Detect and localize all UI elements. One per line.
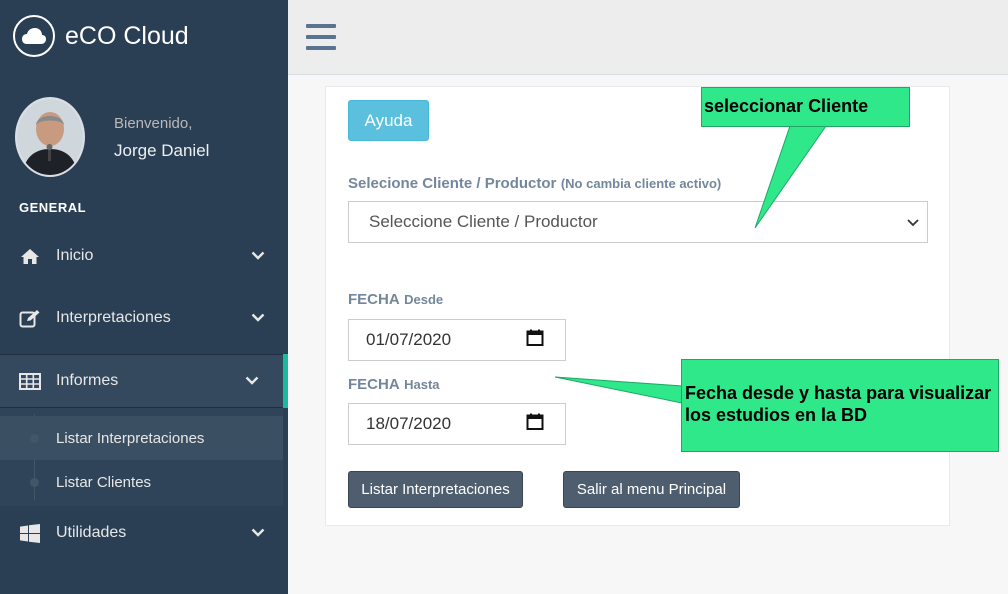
cloud-icon	[13, 15, 55, 57]
help-button[interactable]: Ayuda	[348, 100, 429, 141]
sidebar-item-label: Inicio	[56, 247, 94, 264]
date-to-label-sub: Hasta	[404, 377, 440, 392]
menu-section-title: GENERAL	[19, 200, 87, 215]
date-to-label-text: FECHA	[348, 376, 400, 393]
sidebar: eCO Cloud Bienvenido, Jorge Daniel GENER…	[0, 0, 288, 594]
list-interpretaciones-button[interactable]: Listar Interpretaciones	[348, 471, 523, 508]
sidebar-item-inicio[interactable]: Inicio	[0, 230, 288, 282]
client-label-note: (No cambia cliente activo)	[560, 176, 722, 191]
chevron-down-icon	[251, 309, 265, 327]
client-select-value: Seleccione Cliente / Productor	[369, 212, 598, 231]
submenu-item-listar-clientes[interactable]: Listar Clientes	[0, 460, 283, 504]
brand-title: eCO Cloud	[65, 21, 189, 50]
bullet-icon	[30, 477, 39, 487]
client-label-text: Selecione Cliente / Productor	[348, 175, 557, 192]
date-to-label: FECHA Hasta	[348, 376, 440, 394]
chevron-down-icon	[907, 212, 919, 232]
date-from-value: 01/07/2020	[366, 330, 452, 349]
date-from-label-sub: Desde	[404, 292, 444, 307]
client-label: Selecione Cliente / Productor (No cambia…	[348, 175, 721, 193]
chevron-down-icon	[251, 247, 265, 265]
table-icon	[19, 371, 41, 391]
windows-icon	[19, 523, 41, 543]
client-select[interactable]: Seleccione Cliente / Productor	[348, 201, 928, 243]
chevron-down-icon	[251, 524, 265, 542]
calendar-icon[interactable]	[526, 329, 544, 352]
callout-dates: Fecha desde y hasta para visualizar los …	[681, 359, 999, 452]
sidebar-item-label: Utilidades	[56, 524, 127, 541]
submenu-item-listar-interpretaciones[interactable]: Listar Interpretaciones	[0, 416, 283, 460]
menu-toggle-icon[interactable]	[306, 24, 336, 50]
callout-select-client: seleccionar Cliente	[701, 87, 910, 127]
submenu-item-label: Listar Interpretaciones	[56, 429, 205, 447]
date-from-label: FECHA Desde	[348, 291, 443, 309]
brand[interactable]: eCO Cloud	[13, 13, 189, 59]
avatar	[15, 97, 85, 177]
home-icon	[19, 246, 41, 266]
date-from-label-text: FECHA	[348, 291, 400, 308]
sidebar-item-interpretaciones[interactable]: Interpretaciones	[0, 292, 288, 344]
exit-main-menu-button[interactable]: Salir al menu Principal	[563, 471, 740, 508]
date-to-value: 18/07/2020	[366, 414, 452, 433]
callout-dates-text: Fecha desde y hasta para visualizar los …	[685, 383, 992, 425]
top-nav	[288, 0, 1008, 75]
bullet-icon	[30, 433, 39, 443]
chevron-down-icon	[245, 372, 259, 390]
calendar-icon[interactable]	[526, 413, 544, 436]
submenu-item-label: Listar Clientes	[56, 473, 152, 491]
user-name: Jorge Daniel	[114, 141, 210, 160]
date-from-input[interactable]: 01/07/2020	[348, 319, 566, 361]
date-to-input[interactable]: 18/07/2020	[348, 403, 566, 445]
edit-icon	[19, 308, 41, 328]
sidebar-item-label: Interpretaciones	[56, 309, 171, 326]
sidebar-item-label: Informes	[56, 372, 119, 389]
sidebar-item-informes[interactable]: Informes	[0, 354, 288, 408]
sidebar-item-utilidades[interactable]: Utilidades	[0, 507, 288, 559]
callout-select-client-text: seleccionar Cliente	[704, 96, 869, 116]
welcome-text: Bienvenido,	[114, 115, 193, 132]
